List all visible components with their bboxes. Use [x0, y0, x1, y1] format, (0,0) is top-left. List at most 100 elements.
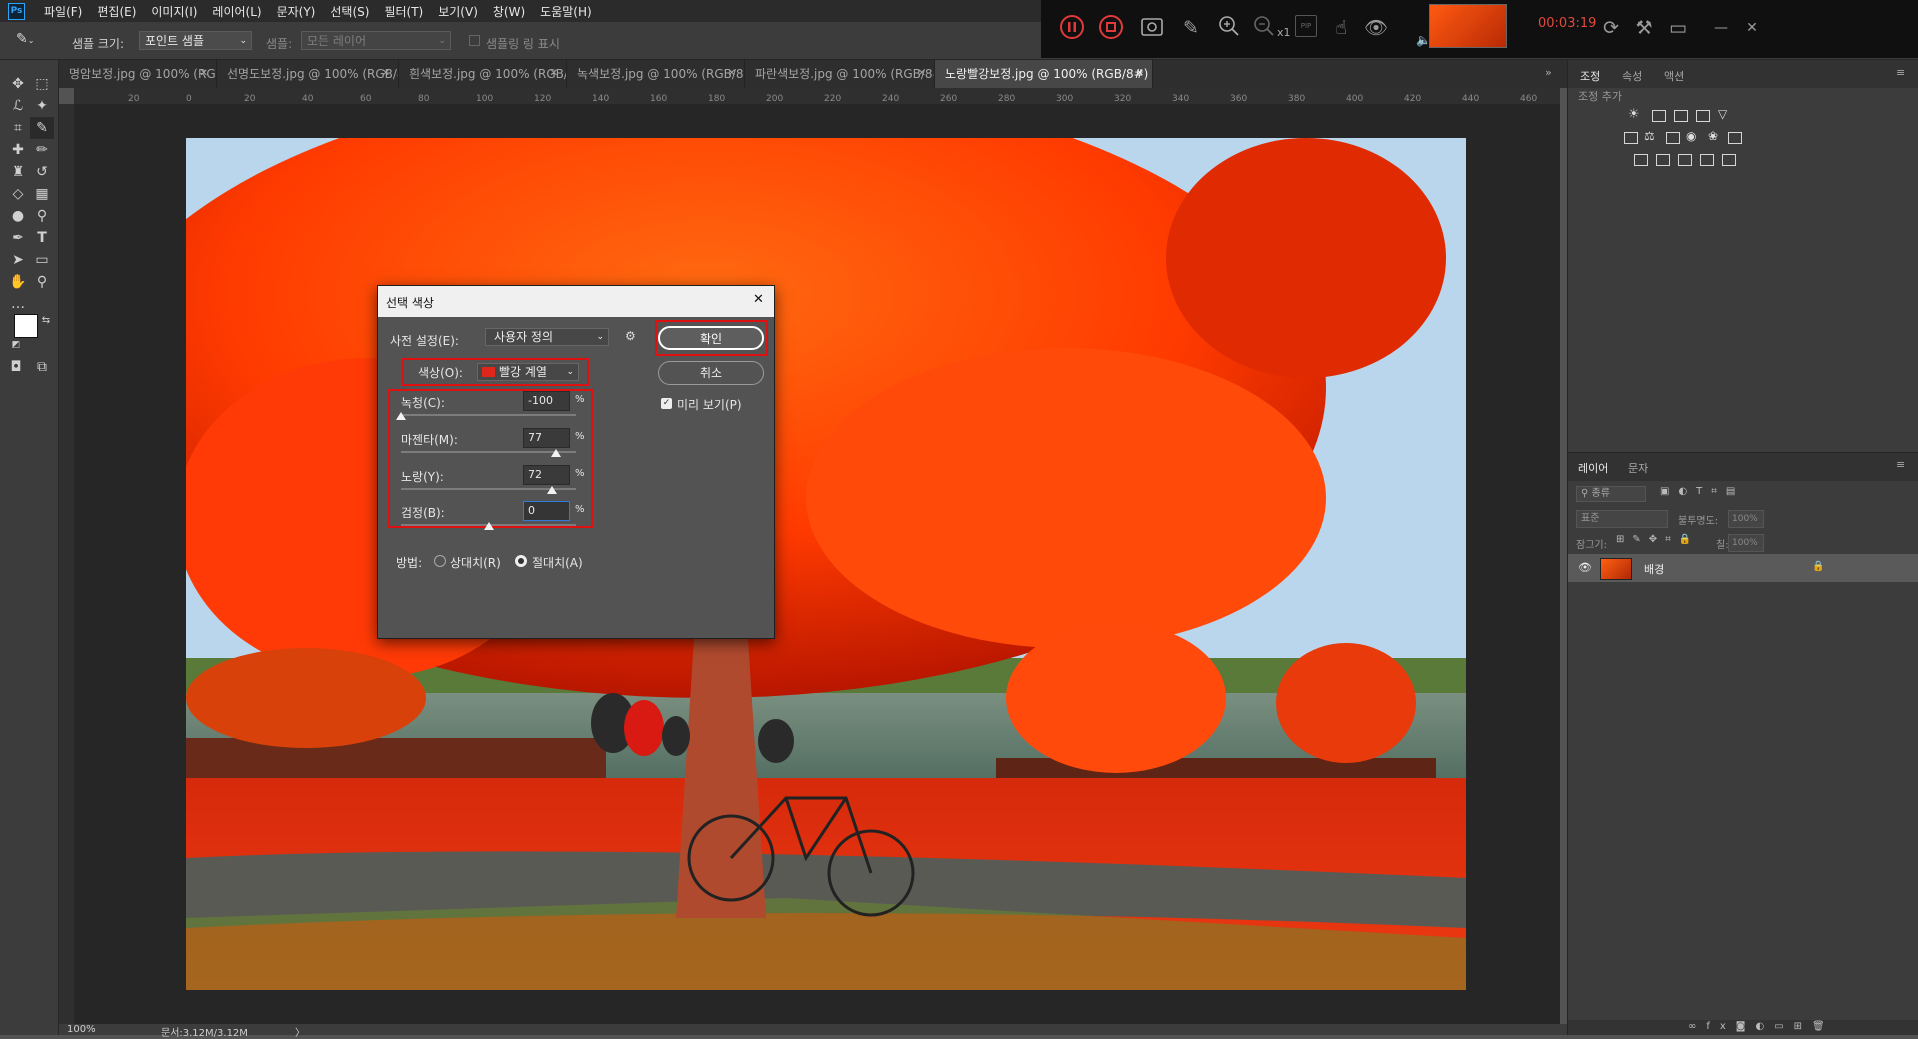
- pip-button[interactable]: PIP: [1295, 15, 1317, 37]
- lock-icons[interactable]: ⊞✎✥⌗🔒: [1616, 534, 1699, 545]
- magenta-input[interactable]: 77: [523, 428, 570, 448]
- menu-filter[interactable]: 필터(T): [384, 3, 423, 20]
- visibility-eye-icon[interactable]: 👁: [1578, 561, 1592, 574]
- tab-close-icon[interactable]: ✕: [918, 60, 926, 88]
- default-colors-icon[interactable]: ◩: [4, 334, 28, 356]
- selective-color-icon[interactable]: [1700, 154, 1714, 166]
- layer-row-background[interactable]: 👁 배경 🔒: [1568, 554, 1918, 582]
- volume-icon[interactable]: 🔈: [1416, 33, 1431, 47]
- settings-icon[interactable]: ▭: [1664, 14, 1692, 42]
- close-icon[interactable]: ✕: [1738, 14, 1766, 42]
- lasso-tool-icon[interactable]: ℒ: [6, 95, 30, 117]
- pause-icon[interactable]: [1058, 14, 1086, 42]
- tab-close-icon[interactable]: ✕: [382, 60, 390, 88]
- layer-footer-icons[interactable]: ∞fx◙◐▭⊞🗑: [1688, 1021, 1835, 1032]
- shape-tool-icon[interactable]: ▭: [30, 249, 54, 271]
- cyan-input[interactable]: -100: [523, 391, 570, 411]
- exposure-icon[interactable]: [1696, 110, 1710, 122]
- panel-menu-icon[interactable]: ≡: [1896, 66, 1905, 79]
- magenta-slider-thumb[interactable]: [550, 449, 561, 457]
- eyedropper-tool-icon[interactable]: ✎: [30, 117, 54, 139]
- minimize-icon[interactable]: —: [1707, 14, 1735, 42]
- tab-close-icon[interactable]: ✕: [550, 60, 558, 88]
- tab-close-icon[interactable]: ✕: [1136, 60, 1144, 88]
- tab-document-6-active[interactable]: 노랑빨강보정.jpg @ 100% (RGB/8#) * ✕: [935, 60, 1153, 88]
- invert-icon[interactable]: [1634, 154, 1648, 166]
- curves-icon[interactable]: [1674, 110, 1688, 122]
- zoom-level[interactable]: 100%: [67, 1024, 96, 1035]
- tab-document-4[interactable]: 녹색보정.jpg @ 100% (RGB/8#) *✕: [567, 60, 745, 88]
- preset-select[interactable]: 사용자 정의 ⌄: [485, 328, 609, 346]
- fill-field[interactable]: 100%: [1728, 534, 1764, 552]
- tab-adjustments[interactable]: 조정: [1580, 68, 1600, 84]
- posterize-icon[interactable]: [1656, 154, 1670, 166]
- cyan-slider-track[interactable]: [401, 414, 576, 416]
- color-lookup-icon[interactable]: [1728, 132, 1742, 144]
- eraser-tool-icon[interactable]: ◇: [6, 183, 30, 205]
- tab-document-1[interactable]: 명암보정.jpg @ 100% (RGB/8)✕: [59, 60, 217, 88]
- move-tool-icon[interactable]: ✥: [6, 73, 30, 95]
- opacity-field[interactable]: 100%: [1728, 510, 1764, 528]
- more-tools-icon[interactable]: …: [6, 293, 30, 315]
- stamp-tool-icon[interactable]: ♜: [6, 161, 30, 183]
- status-menu-arrow[interactable]: 〉: [295, 1024, 305, 1039]
- brightness-icon[interactable]: ☀: [1628, 107, 1640, 122]
- capture-icon[interactable]: [1138, 14, 1166, 42]
- colors-select[interactable]: 빨강 계열 ⌄: [477, 363, 579, 381]
- eyedropper-icon[interactable]: ✎⌄: [16, 31, 44, 51]
- zoom-out-icon[interactable]: [1250, 14, 1278, 42]
- channel-mixer-icon[interactable]: ❀: [1708, 129, 1718, 143]
- tab-close-icon[interactable]: ✕: [200, 60, 208, 88]
- type-tool-icon[interactable]: T: [30, 227, 54, 249]
- marquee-tool-icon[interactable]: ⬚: [30, 73, 54, 95]
- hue-saturation-icon[interactable]: [1624, 132, 1638, 144]
- blend-mode-select[interactable]: 표준: [1576, 510, 1668, 528]
- yellow-input[interactable]: 72: [523, 465, 570, 485]
- menu-type[interactable]: 문자(Y): [277, 3, 316, 20]
- relative-radio[interactable]: [434, 555, 446, 567]
- close-icon[interactable]: ✕: [753, 292, 764, 307]
- sampling-ring-checkbox[interactable]: [469, 35, 480, 46]
- layer-kind-filter[interactable]: ⚲ 종류: [1576, 486, 1646, 502]
- color-balance-icon[interactable]: ⚖: [1644, 129, 1655, 143]
- menu-layer[interactable]: 레이어(L): [212, 3, 261, 20]
- screen-mode-icon[interactable]: ⧉: [30, 356, 54, 378]
- cursor-effect-icon[interactable]: ☝: [1327, 14, 1355, 42]
- zoom-in-icon[interactable]: [1215, 14, 1243, 42]
- tabs-overflow-icon[interactable]: »: [1545, 66, 1552, 79]
- vibrance-icon[interactable]: ▽: [1718, 107, 1727, 121]
- pen-tool-icon[interactable]: ✒: [6, 227, 30, 249]
- stop-icon[interactable]: [1097, 14, 1125, 42]
- sample-select[interactable]: 모든 레이어 ⌄: [301, 31, 451, 50]
- crop-tool-icon[interactable]: ⌗: [6, 117, 30, 139]
- hand-tool-icon[interactable]: ✋: [6, 271, 30, 293]
- layer-name[interactable]: 배경: [1644, 561, 1664, 577]
- layers-menu-icon[interactable]: ≡: [1896, 458, 1905, 471]
- eye-effect-icon[interactable]: 👁: [1362, 14, 1390, 42]
- menu-file[interactable]: 파일(F): [44, 3, 82, 20]
- menu-select[interactable]: 선택(S): [330, 3, 369, 20]
- refresh-icon[interactable]: ⟳: [1597, 14, 1625, 42]
- levels-icon[interactable]: [1652, 110, 1666, 122]
- threshold-icon[interactable]: [1678, 154, 1692, 166]
- menu-edit[interactable]: 편집(E): [97, 3, 136, 20]
- layer-filter-icons[interactable]: ▣◐T⌗▤: [1660, 486, 1744, 497]
- menu-help[interactable]: 도움말(H): [540, 3, 592, 20]
- menu-window[interactable]: 창(W): [493, 3, 525, 20]
- tab-layers[interactable]: 레이어: [1578, 460, 1608, 476]
- swap-colors-icon[interactable]: ⇆: [34, 310, 58, 332]
- black-slider-thumb[interactable]: [483, 522, 494, 530]
- healing-brush-icon[interactable]: ✚: [6, 139, 30, 161]
- quick-mask-icon[interactable]: ◘: [4, 356, 28, 378]
- gradient-tool-icon[interactable]: ▦: [30, 183, 54, 205]
- tab-characters[interactable]: 문자: [1628, 460, 1648, 476]
- photo-filter-icon[interactable]: ◉: [1686, 129, 1696, 143]
- yellow-slider-thumb[interactable]: [546, 486, 557, 494]
- tab-document-2[interactable]: 선명도보정.jpg @ 100% (RGB/8) *✕: [217, 60, 399, 88]
- history-brush-icon[interactable]: ↺: [30, 161, 54, 183]
- pen-icon[interactable]: ✎: [1177, 14, 1205, 42]
- edit-icon[interactable]: ⚒: [1630, 14, 1658, 42]
- blur-tool-icon[interactable]: ●: [6, 205, 30, 227]
- tab-properties[interactable]: 속성: [1622, 68, 1642, 84]
- tab-document-3[interactable]: 흰색보정.jpg @ 100% (RGB/8) *✕: [399, 60, 567, 88]
